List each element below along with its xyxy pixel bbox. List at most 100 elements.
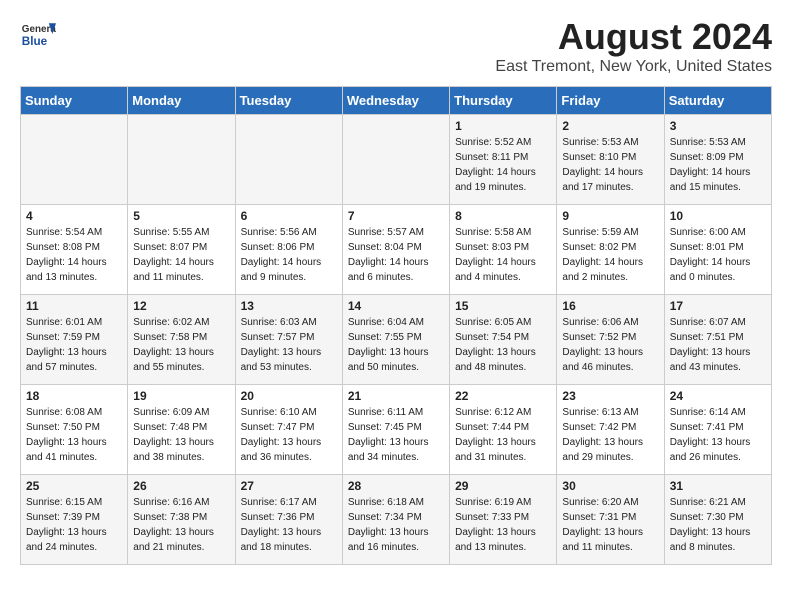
calendar-cell: 16 Sunrise: 6:06 AM Sunset: 7:52 PM Dayli…	[557, 295, 664, 385]
day-info: Sunrise: 6:01 AM Sunset: 7:59 PM Dayligh…	[26, 315, 122, 375]
day-number: 31	[670, 479, 766, 493]
day-info: Sunrise: 5:53 AM Sunset: 8:10 PM Dayligh…	[562, 135, 658, 195]
weekday-header: Monday	[128, 87, 235, 115]
calendar-cell: 20Sunrise: 6:10 AM Sunset: 7:47 PM Dayli…	[235, 385, 342, 475]
page-title: August 2024	[495, 16, 772, 58]
day-info: Sunrise: 6:16 AM Sunset: 7:38 PM Dayligh…	[133, 495, 229, 555]
logo-icon: General Blue	[20, 16, 56, 52]
calendar-cell: 3 Sunrise: 5:53 AM Sunset: 8:09 PM Daylig…	[664, 115, 771, 205]
day-number: 11	[26, 299, 122, 313]
day-info: Sunrise: 6:03 AM Sunset: 7:57 PM Dayligh…	[241, 315, 337, 375]
calendar-cell: 26 Sunrise: 6:16 AM Sunset: 7:38 PM Dayli…	[128, 475, 235, 565]
calendar-cell: 30 Sunrise: 6:20 AM Sunset: 7:31 PM Dayli…	[557, 475, 664, 565]
weekday-header: Sunday	[21, 87, 128, 115]
day-number: 4	[26, 209, 122, 223]
title-block: August 2024 East Tremont, New York, Unit…	[495, 16, 772, 76]
day-number: 24	[670, 389, 766, 403]
calendar-week-row: 25 Sunrise: 6:15 AM Sunset: 7:39 PM Dayli…	[21, 475, 772, 565]
day-info: Sunrise: 6:19 AM Sunset: 7:33 PM Dayligh…	[455, 495, 551, 555]
page-header: General Blue August 2024 East Tremont, N…	[20, 16, 772, 76]
calendar-cell: 9 Sunrise: 5:59 AM Sunset: 8:02 PM Daylig…	[557, 205, 664, 295]
day-number: 22	[455, 389, 551, 403]
day-number: 23	[562, 389, 658, 403]
day-number: 12	[133, 299, 229, 313]
calendar-cell: 4Sunrise: 5:54 AM Sunset: 8:08 PM Daylig…	[21, 205, 128, 295]
day-info: Sunrise: 6:15 AM Sunset: 7:39 PM Dayligh…	[26, 495, 122, 555]
day-info: Sunrise: 5:57 AM Sunset: 8:04 PM Dayligh…	[348, 225, 444, 285]
weekday-header: Saturday	[664, 87, 771, 115]
calendar-cell: 6 Sunrise: 5:56 AM Sunset: 8:06 PM Daylig…	[235, 205, 342, 295]
calendar-cell: 29 Sunrise: 6:19 AM Sunset: 7:33 PM Dayli…	[450, 475, 557, 565]
day-number: 7	[348, 209, 444, 223]
day-info: Sunrise: 6:14 AM Sunset: 7:41 PM Dayligh…	[670, 405, 766, 465]
day-info: Sunrise: 6:09 AM Sunset: 7:48 PM Dayligh…	[133, 405, 229, 465]
calendar-cell: 21 Sunrise: 6:11 AM Sunset: 7:45 PM Dayli…	[342, 385, 449, 475]
day-number: 29	[455, 479, 551, 493]
calendar-header-row: SundayMondayTuesdayWednesdayThursdayFrid…	[21, 87, 772, 115]
calendar-cell: 10 Sunrise: 6:00 AM Sunset: 8:01 PM Dayli…	[664, 205, 771, 295]
day-number: 13	[241, 299, 337, 313]
day-number: 25	[26, 479, 122, 493]
day-number: 20	[241, 389, 337, 403]
day-number: 30	[562, 479, 658, 493]
calendar-cell: 25 Sunrise: 6:15 AM Sunset: 7:39 PM Dayli…	[21, 475, 128, 565]
day-number: 9	[562, 209, 658, 223]
day-info: Sunrise: 6:05 AM Sunset: 7:54 PM Dayligh…	[455, 315, 551, 375]
day-number: 5	[133, 209, 229, 223]
day-info: Sunrise: 6:17 AM Sunset: 7:36 PM Dayligh…	[241, 495, 337, 555]
calendar-cell: 8 Sunrise: 5:58 AM Sunset: 8:03 PM Daylig…	[450, 205, 557, 295]
day-number: 15	[455, 299, 551, 313]
day-info: Sunrise: 5:58 AM Sunset: 8:03 PM Dayligh…	[455, 225, 551, 285]
weekday-header: Wednesday	[342, 87, 449, 115]
day-number: 8	[455, 209, 551, 223]
day-number: 17	[670, 299, 766, 313]
calendar-cell: 17 Sunrise: 6:07 AM Sunset: 7:51 PM Dayli…	[664, 295, 771, 385]
calendar-cell: 12Sunrise: 6:02 AM Sunset: 7:58 PM Dayli…	[128, 295, 235, 385]
day-info: Sunrise: 6:11 AM Sunset: 7:45 PM Dayligh…	[348, 405, 444, 465]
day-number: 10	[670, 209, 766, 223]
page-subtitle: East Tremont, New York, United States	[495, 58, 772, 76]
day-info: Sunrise: 6:06 AM Sunset: 7:52 PM Dayligh…	[562, 315, 658, 375]
day-info: Sunrise: 5:55 AM Sunset: 8:07 PM Dayligh…	[133, 225, 229, 285]
day-number: 14	[348, 299, 444, 313]
calendar-cell: 24 Sunrise: 6:14 AM Sunset: 7:41 PM Dayli…	[664, 385, 771, 475]
day-info: Sunrise: 6:00 AM Sunset: 8:01 PM Dayligh…	[670, 225, 766, 285]
day-info: Sunrise: 5:53 AM Sunset: 8:09 PM Dayligh…	[670, 135, 766, 195]
day-number: 3	[670, 119, 766, 133]
calendar-table: SundayMondayTuesdayWednesdayThursdayFrid…	[20, 86, 772, 565]
calendar-cell	[342, 115, 449, 205]
day-number: 18	[26, 389, 122, 403]
calendar-cell: 1Sunrise: 5:52 AM Sunset: 8:11 PM Daylig…	[450, 115, 557, 205]
calendar-cell: 23 Sunrise: 6:13 AM Sunset: 7:42 PM Dayli…	[557, 385, 664, 475]
calendar-cell: 19 Sunrise: 6:09 AM Sunset: 7:48 PM Dayli…	[128, 385, 235, 475]
calendar-cell: 13 Sunrise: 6:03 AM Sunset: 7:57 PM Dayli…	[235, 295, 342, 385]
day-number: 19	[133, 389, 229, 403]
calendar-cell: 2 Sunrise: 5:53 AM Sunset: 8:10 PM Daylig…	[557, 115, 664, 205]
day-info: Sunrise: 6:21 AM Sunset: 7:30 PM Dayligh…	[670, 495, 766, 555]
day-number: 21	[348, 389, 444, 403]
weekday-header: Friday	[557, 87, 664, 115]
calendar-cell	[128, 115, 235, 205]
calendar-week-row: 1Sunrise: 5:52 AM Sunset: 8:11 PM Daylig…	[21, 115, 772, 205]
calendar-cell	[21, 115, 128, 205]
day-number: 26	[133, 479, 229, 493]
weekday-header: Tuesday	[235, 87, 342, 115]
svg-text:Blue: Blue	[22, 35, 48, 48]
day-info: Sunrise: 5:56 AM Sunset: 8:06 PM Dayligh…	[241, 225, 337, 285]
day-info: Sunrise: 6:13 AM Sunset: 7:42 PM Dayligh…	[562, 405, 658, 465]
calendar-cell: 31 Sunrise: 6:21 AM Sunset: 7:30 PM Dayli…	[664, 475, 771, 565]
calendar-cell: 7 Sunrise: 5:57 AM Sunset: 8:04 PM Daylig…	[342, 205, 449, 295]
day-info: Sunrise: 5:59 AM Sunset: 8:02 PM Dayligh…	[562, 225, 658, 285]
calendar-cell: 5 Sunrise: 5:55 AM Sunset: 8:07 PM Daylig…	[128, 205, 235, 295]
day-info: Sunrise: 6:07 AM Sunset: 7:51 PM Dayligh…	[670, 315, 766, 375]
day-number: 1	[455, 119, 551, 133]
calendar-cell: 18 Sunrise: 6:08 AM Sunset: 7:50 PM Dayli…	[21, 385, 128, 475]
day-number: 28	[348, 479, 444, 493]
day-number: 2	[562, 119, 658, 133]
day-number: 16	[562, 299, 658, 313]
day-info: Sunrise: 6:20 AM Sunset: 7:31 PM Dayligh…	[562, 495, 658, 555]
day-info: Sunrise: 6:08 AM Sunset: 7:50 PM Dayligh…	[26, 405, 122, 465]
calendar-cell	[235, 115, 342, 205]
calendar-cell: 14Sunrise: 6:04 AM Sunset: 7:55 PM Dayli…	[342, 295, 449, 385]
day-number: 6	[241, 209, 337, 223]
